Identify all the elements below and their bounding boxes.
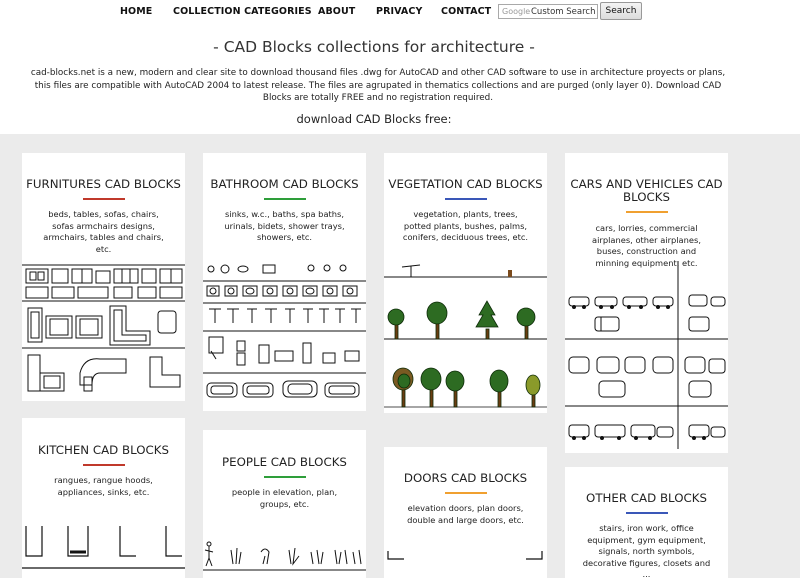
card-bathroom[interactable]: BATHROOM CAD BLOCKS sinks, w.c., baths, … (203, 153, 366, 411)
card-underline (626, 512, 668, 514)
search-input[interactable]: Google Custom Search (498, 4, 598, 19)
people-blocks-image (203, 541, 366, 571)
card-description: vegetation, plants, trees, potted plants… (402, 209, 529, 242)
nav-contact-link[interactable]: CONTACT (441, 6, 491, 17)
card-description: people in elevation, plan, groups, etc. (231, 487, 338, 509)
bathroom-blocks-image (203, 264, 366, 398)
furniture-blocks-image (22, 264, 185, 392)
vegetation-blocks-image (384, 264, 547, 408)
top-navigation: HOME COLLECTION CATEGORIES ABOUT PRIVACY… (0, 0, 800, 24)
card-underline (264, 198, 306, 200)
nav-collection-categories-link[interactable]: COLLECTION CATEGORIES (173, 6, 312, 17)
kitchen-blocks-image (22, 526, 185, 569)
card-description: elevation doors, plan doors, double and … (407, 503, 524, 525)
card-people[interactable]: PEOPLE CAD BLOCKS people in elevation, p… (203, 430, 366, 578)
doors-blocks-image (387, 551, 543, 560)
card-description: stairs, iron work, office equipment, gym… (582, 523, 711, 578)
card-description: rangues, rangue hoods, appliances, sinks… (54, 475, 153, 497)
card-cars[interactable]: CARS AND VEHICLES CAD BLOCKS cars, lorri… (565, 153, 728, 453)
card-underline (445, 492, 487, 494)
card-description: beds, tables, sofas, chairs, sofas armch… (43, 209, 164, 254)
cars-blocks-image (565, 261, 728, 449)
card-title: FURNITURES CAD BLOCKS (26, 177, 181, 191)
search-placeholder: Custom Search (531, 7, 596, 17)
card-kitchen[interactable]: KITCHEN CAD BLOCKS rangues, rangue hoods… (22, 418, 185, 578)
card-underline (264, 476, 306, 478)
card-underline (83, 198, 125, 200)
card-title: OTHER CAD BLOCKS (586, 491, 707, 505)
card-underline (445, 198, 487, 200)
nav-home-link[interactable]: HOME (120, 6, 152, 17)
card-title: CARS AND VEHICLES CAD BLOCKS (570, 177, 723, 204)
search-button[interactable]: Search (600, 2, 642, 20)
card-title: DOORS CAD BLOCKS (403, 471, 528, 485)
card-description: sinks, w.c., baths, spa baths, urinals, … (224, 209, 345, 242)
nav-privacy-link[interactable]: PRIVACY (376, 6, 422, 17)
card-title: BATHROOM CAD BLOCKS (210, 177, 359, 191)
card-title: KITCHEN CAD BLOCKS (38, 443, 169, 457)
card-title: PEOPLE CAD BLOCKS (222, 455, 347, 469)
google-brand-label: Google (502, 7, 531, 16)
card-doors[interactable]: DOORS CAD BLOCKS elevation doors, plan d… (384, 447, 547, 578)
card-other[interactable]: OTHER CAD BLOCKS stairs, iron work, offi… (565, 467, 728, 578)
card-vegetation[interactable]: VEGETATION CAD BLOCKS vegetation, plants… (384, 153, 547, 413)
page-title: - CAD Blocks collections for architectur… (213, 38, 535, 56)
card-underline (626, 211, 668, 213)
download-subtitle: download CAD Blocks free: (296, 112, 452, 126)
intro-paragraph: cad-blocks.net is a new, modern and clea… (30, 68, 726, 103)
card-furnitures[interactable]: FURNITURES CAD BLOCKS beds, tables, sofa… (22, 153, 185, 401)
card-title: VEGETATION CAD BLOCKS (388, 177, 543, 191)
card-underline (83, 464, 125, 466)
nav-about-link[interactable]: ABOUT (318, 6, 355, 17)
